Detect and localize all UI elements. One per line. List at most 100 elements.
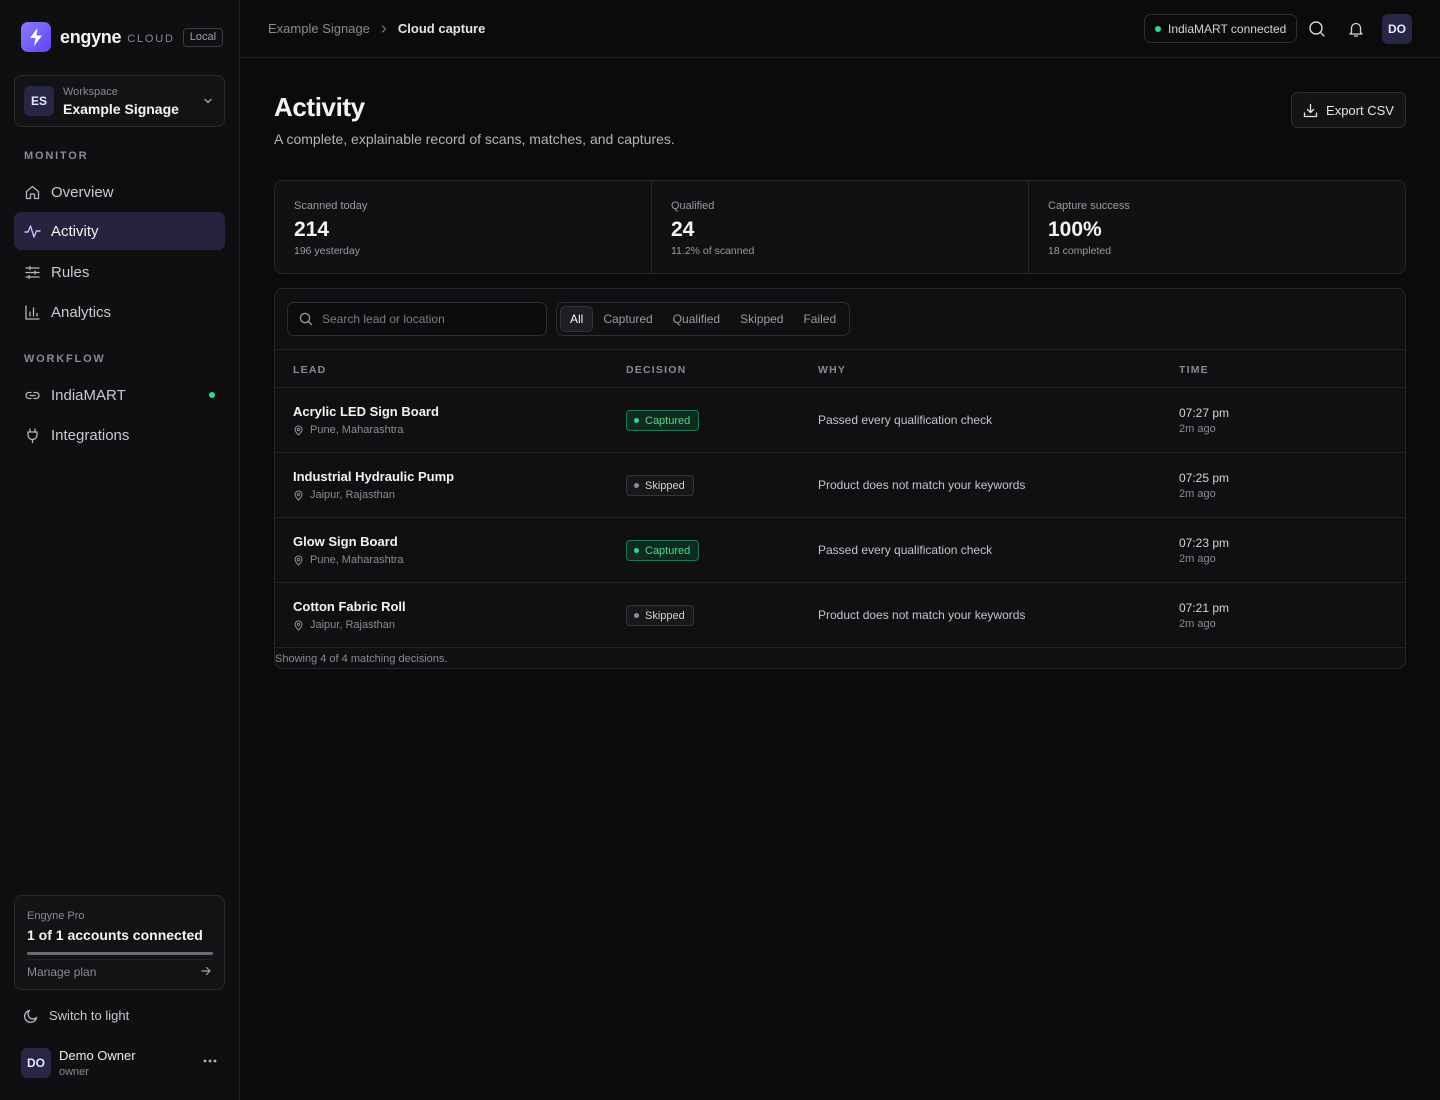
brand[interactable]: engyne CLOUD Local: [21, 22, 224, 52]
workspace-switcher[interactable]: ES Workspace Example Signage: [14, 75, 225, 127]
lead-location: Jaipur, Rajasthan: [293, 489, 395, 501]
manage-plan-link[interactable]: Manage plan: [27, 965, 96, 979]
table-header: LEAD DECISION WHY TIME: [275, 349, 1405, 388]
lead-location: Jaipur, Rajasthan: [293, 619, 395, 631]
decision-time: 07:21 pm: [1179, 601, 1230, 615]
plug-icon: [24, 427, 41, 444]
sidebar-item-rules[interactable]: Rules: [14, 253, 225, 291]
table-footer-count: Showing 4 of 4 matching decisions.: [275, 653, 448, 665]
sidebar-item-label: Overview: [51, 183, 114, 201]
filter-tab-captured[interactable]: Captured: [593, 306, 662, 332]
breadcrumb-current: Cloud capture: [397, 21, 486, 36]
sidebar-item-indiamart[interactable]: IndiaMART: [14, 376, 225, 414]
moon-icon: [24, 1008, 39, 1023]
workspace-name: Example Signage: [63, 100, 179, 117]
lead-location-text: Pune, Maharashtra: [310, 424, 404, 436]
filter-tab-failed[interactable]: Failed: [793, 306, 846, 332]
user-name: Demo Owner: [59, 1048, 136, 1063]
stat-value: 214: [294, 218, 330, 241]
environment-badge: Local: [182, 27, 224, 47]
nav-section-monitor: MONITOR: [24, 150, 89, 162]
status-dot: [634, 548, 639, 553]
chevron-right-icon: [379, 24, 389, 34]
map-pin-icon: [293, 619, 304, 631]
plan-divider: [27, 959, 212, 960]
avatar: DO: [21, 1048, 51, 1078]
status-badge: Skipped: [626, 605, 694, 626]
table-row[interactable]: Industrial Hydraulic Pump Jaipur, Rajast…: [275, 453, 1405, 518]
sidebar-item-overview[interactable]: Overview: [14, 173, 225, 211]
lead-name: Industrial Hydraulic Pump: [293, 469, 455, 484]
theme-toggle[interactable]: Switch to light: [24, 1008, 129, 1023]
status-badge-label: Skipped: [645, 609, 685, 622]
user-menu[interactable]: DO Demo Owner owner: [21, 1047, 225, 1079]
export-csv-button[interactable]: Export CSV: [1291, 92, 1406, 128]
sidebar-item-label: Rules: [51, 263, 90, 281]
avatar[interactable]: DO: [1382, 14, 1412, 44]
topbar: Example Signage Cloud capture IndiaMART …: [240, 0, 1440, 58]
filter-tab-qualified[interactable]: Qualified: [663, 306, 730, 332]
connection-status-pill[interactable]: IndiaMART connected: [1144, 14, 1298, 43]
stat-label: Scanned today: [294, 200, 368, 212]
filter-tab-all[interactable]: All: [560, 306, 594, 332]
search-box[interactable]: [287, 302, 547, 336]
decision-reason: Passed every qualification check: [818, 413, 993, 427]
stat-value: 24: [671, 218, 695, 241]
workspace-avatar: ES: [24, 86, 54, 116]
plan-usage-bar: [27, 952, 213, 955]
status-badge-label: Skipped: [645, 479, 685, 492]
status-badge-label: Captured: [645, 414, 691, 427]
status-dot: [634, 483, 639, 488]
decision-time: 07:25 pm: [1179, 471, 1230, 485]
sidebar-item-label: Integrations: [51, 426, 130, 444]
table-row[interactable]: Glow Sign Board Pune, Maharashtra Captur…: [275, 518, 1405, 583]
status-badge: Skipped: [626, 475, 694, 496]
activity-table-card: All Captured Qualified Skipped Failed LE…: [274, 288, 1406, 669]
bell-icon[interactable]: [1347, 20, 1365, 38]
decision-reason: Product does not match your keywords: [818, 608, 1026, 622]
search-icon: [299, 312, 313, 326]
stat-sub: 18 completed: [1048, 245, 1112, 257]
filter-tab-skipped[interactable]: Skipped: [730, 306, 793, 332]
status-dot: [634, 418, 639, 423]
plan-name: Engyne Pro: [27, 910, 85, 922]
decision-time-ago: 2m ago: [1179, 618, 1216, 630]
plan-usage-fill: [27, 952, 213, 955]
breadcrumb-workspace[interactable]: Example Signage: [268, 21, 370, 36]
stat-sub: 11.2% of scanned: [671, 245, 755, 257]
stat-capture-success: Capture success 100% 18 completed: [1029, 181, 1405, 273]
sliders-icon: [24, 264, 41, 281]
bar-chart-icon: [24, 304, 41, 321]
status-dot: [1155, 25, 1161, 32]
column-header-decision: DECISION: [626, 364, 687, 376]
status-badge: Captured: [626, 410, 700, 431]
decision-reason: Passed every qualification check: [818, 543, 993, 557]
brand-suffix: CLOUD: [127, 32, 175, 45]
lead-name: Glow Sign Board: [293, 534, 398, 549]
sidebar-item-activity[interactable]: Activity: [14, 212, 225, 250]
sidebar-item-label: Activity: [51, 222, 99, 240]
page-subtitle: A complete, explainable record of scans,…: [274, 131, 675, 147]
connection-status-text: IndiaMART connected: [1168, 21, 1287, 36]
column-header-lead: LEAD: [293, 364, 327, 376]
page-title: Activity: [274, 92, 365, 122]
download-icon: [1303, 103, 1318, 118]
sidebar-item-integrations[interactable]: Integrations: [14, 416, 225, 454]
arrow-right-icon[interactable]: [200, 965, 212, 977]
decision-time-ago: 2m ago: [1179, 423, 1216, 435]
plan-accounts: 1 of 1 accounts connected: [27, 927, 203, 943]
table-row[interactable]: Acrylic LED Sign Board Pune, Maharashtra…: [275, 388, 1405, 453]
lead-location-text: Jaipur, Rajasthan: [310, 489, 395, 501]
decision-filter-tabs: All Captured Qualified Skipped Failed: [556, 302, 851, 336]
stat-value: 100%: [1048, 218, 1102, 241]
sidebar: engyne CLOUD Local ES Workspace Example …: [0, 0, 240, 1100]
search-icon[interactable]: [1308, 20, 1326, 38]
status-dot: [634, 613, 639, 618]
search-input[interactable]: [322, 312, 542, 326]
lightning-logo-icon: [21, 22, 51, 52]
decision-time: 07:27 pm: [1179, 406, 1230, 420]
table-row[interactable]: Cotton Fabric Roll Jaipur, Rajasthan Ski…: [275, 583, 1405, 648]
sidebar-item-label: IndiaMART: [51, 386, 126, 404]
sidebar-item-analytics[interactable]: Analytics: [14, 293, 225, 331]
more-horizontal-icon[interactable]: [203, 1059, 217, 1063]
